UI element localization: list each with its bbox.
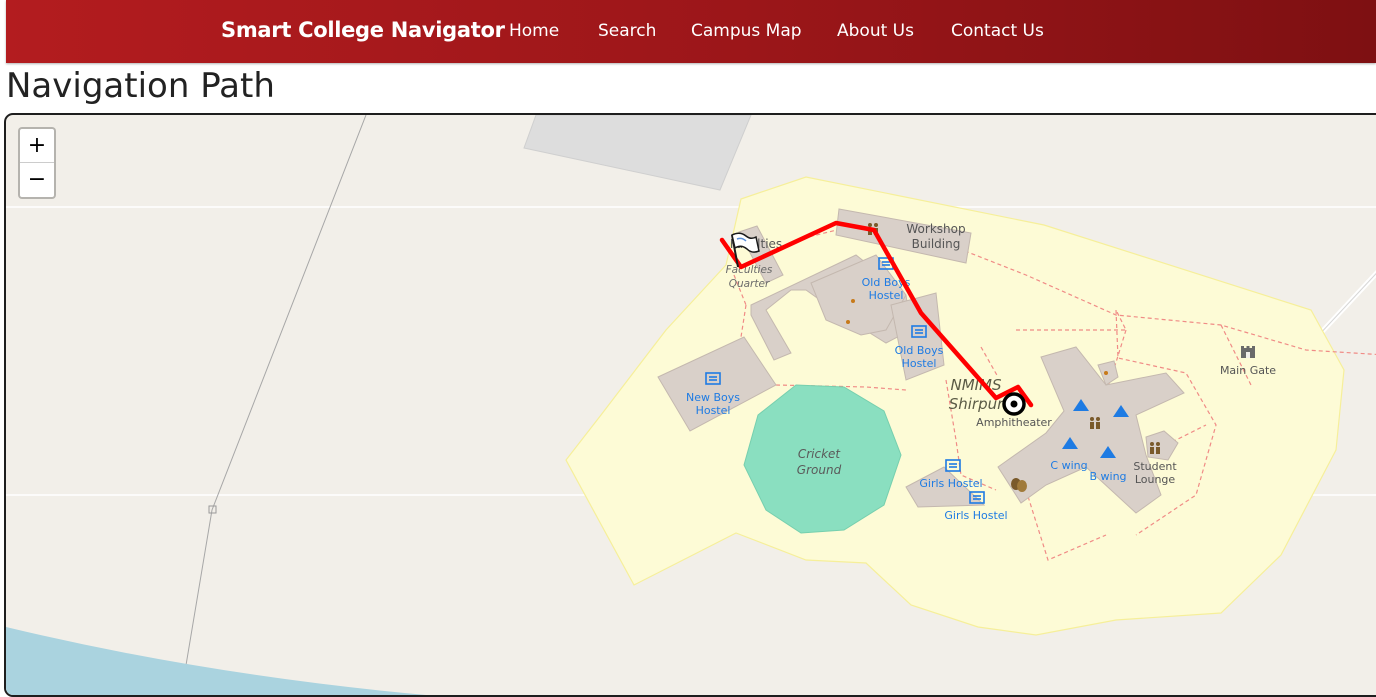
label-old-boys-hostel-2: Old Boys Hostel [895, 344, 944, 370]
label-b-wing: B wing [1089, 470, 1126, 483]
map-canvas[interactable]: Faculties WorkshopBuilding FacultiesQuar… [6, 115, 1376, 695]
label-main-gate: Main Gate [1220, 364, 1276, 377]
poi-dot [846, 320, 850, 324]
zoom-out-button[interactable]: − [20, 163, 54, 196]
nav-about-us[interactable]: About Us [837, 21, 914, 41]
label-girls-hostel-1: Girls Hostel [919, 477, 982, 490]
gate-icon [1241, 346, 1255, 358]
nav-campus-map[interactable]: Campus Map [691, 21, 802, 41]
water-area [6, 627, 426, 695]
label-amphitheater: Amphitheater [976, 416, 1052, 429]
label-student-lounge: Student Lounge [1133, 460, 1177, 486]
top-navbar: Smart College Navigator Home Search Camp… [6, 0, 1376, 63]
label-workshop-building: Workshop Building [906, 222, 965, 251]
nav-contact-us[interactable]: Contact Us [951, 21, 1044, 41]
nav-home[interactable]: Home [509, 21, 559, 41]
label-c-wing: C wing [1050, 459, 1087, 472]
page-title: Navigation Path [6, 66, 275, 106]
poi-dot [1104, 371, 1108, 375]
zoom-control: + − [18, 127, 56, 199]
map-container[interactable]: Faculties WorkshopBuilding FacultiesQuar… [4, 113, 1376, 697]
destination-icon[interactable] [1002, 392, 1026, 416]
zoom-in-button[interactable]: + [20, 129, 54, 163]
brand-title[interactable]: Smart College Navigator [221, 18, 505, 42]
road-line [180, 115, 367, 695]
grey-area [523, 115, 752, 191]
nav-search[interactable]: Search [598, 21, 656, 41]
poi-dot [851, 299, 855, 303]
label-girls-hostel-2: Girls Hostel [944, 509, 1007, 522]
